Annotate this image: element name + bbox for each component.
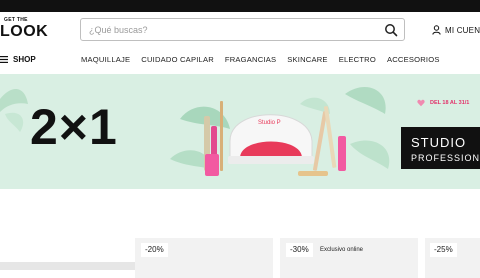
user-icon (432, 25, 441, 35)
exclusive-online-label: Exclusivo online (320, 247, 364, 253)
brand-subtitle: PROFESSIONAL (411, 153, 480, 163)
top-bar (0, 0, 480, 12)
search-icon[interactable] (384, 23, 398, 37)
nav-item-electro[interactable]: ELECTRO (339, 55, 376, 65)
category-nav: MAQUILLAJE CUIDADO CAPILAR FRAGANCIAS SK… (81, 55, 451, 65)
product-card[interactable]: -30% Exclusivo online (280, 238, 418, 278)
logo[interactable]: GET THE LOOK (0, 17, 60, 43)
discount-badge: -25% (430, 243, 457, 257)
nav-item-cuidado-capilar[interactable]: CUIDADO CAPILAR (141, 55, 214, 65)
nav-item-maquillaje[interactable]: MAQUILLAJE (81, 55, 130, 65)
lamp-brand-text: Studio P (258, 120, 281, 126)
promo-headline: 2×1 (30, 99, 118, 155)
product-card[interactable]: -25% (425, 238, 480, 278)
discount-badge: -30% (286, 243, 313, 257)
search-bar[interactable] (80, 18, 405, 41)
discount-badge: -20% (141, 243, 168, 257)
brand-badge: STUDIO PROFESSIONAL (401, 127, 480, 169)
account-label: MI CUENTA (445, 25, 480, 35)
nav-item-skincare[interactable]: SKINCARE (287, 55, 327, 65)
promo-banner[interactable]: 2×1 Studio P DEL 18 AL 31/1 STUDIO PROFE… (0, 74, 480, 189)
account-link[interactable]: MI CUENTA (432, 24, 480, 36)
search-input[interactable] (89, 19, 379, 40)
promo-dates: DEL 18 AL 31/1 (430, 100, 470, 106)
heart-icon (417, 99, 425, 107)
hamburger-icon (0, 56, 8, 63)
nav-item-accesorios[interactable]: ACCESORIOS (387, 55, 440, 65)
product-card[interactable]: -20% (135, 238, 273, 278)
brand-title: STUDIO (411, 135, 467, 150)
shop-label: SHOP (13, 55, 36, 64)
shop-menu-button[interactable]: SHOP (0, 55, 36, 64)
product-illustration: Studio P (204, 101, 346, 176)
logo-main-text: LOOK (0, 23, 49, 40)
nav-item-fragancias[interactable]: FRAGANCIAS (225, 55, 276, 65)
